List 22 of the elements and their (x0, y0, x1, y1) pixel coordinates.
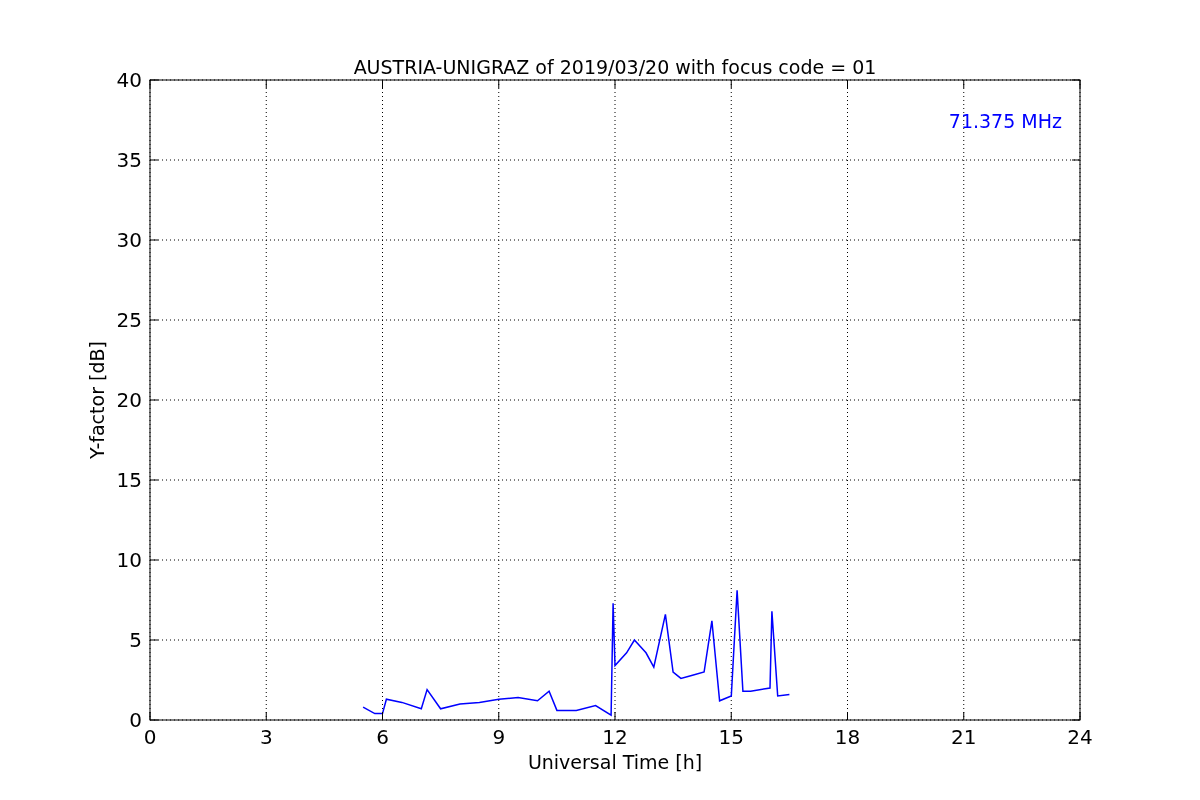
y-tick-label: 5 (129, 628, 142, 652)
x-tick-label: 12 (602, 725, 628, 749)
x-tick-label: 15 (718, 725, 744, 749)
x-tick-label: 6 (376, 725, 389, 749)
y-tick-label: 30 (116, 228, 142, 252)
x-tick-label: 3 (259, 725, 273, 749)
x-tick-label: 9 (492, 725, 506, 749)
x-tick-label: 18 (834, 725, 861, 749)
y-tick-label: 40 (116, 68, 142, 92)
x-tick-label: 24 (1067, 725, 1093, 749)
y-tick-label: 10 (116, 548, 142, 572)
y-tick-label: 15 (116, 468, 142, 492)
x-tick-label: 21 (951, 725, 977, 749)
x-tick-label: 0 (143, 725, 157, 749)
y-tick-label: 35 (116, 148, 142, 172)
chart-title: AUSTRIA-UNIGRAZ of 2019/03/20 with focus code = 01 (353, 56, 877, 78)
y-tick-label: 0 (129, 708, 142, 732)
frequency-label: 71.375 MHz (948, 110, 1062, 132)
x-axis-label: Universal Time [h] (527, 751, 703, 773)
y-axis-label: Y-factor [dB] (86, 341, 108, 459)
y-tick-label: 20 (116, 388, 142, 412)
y-tick-label: 25 (116, 308, 142, 332)
